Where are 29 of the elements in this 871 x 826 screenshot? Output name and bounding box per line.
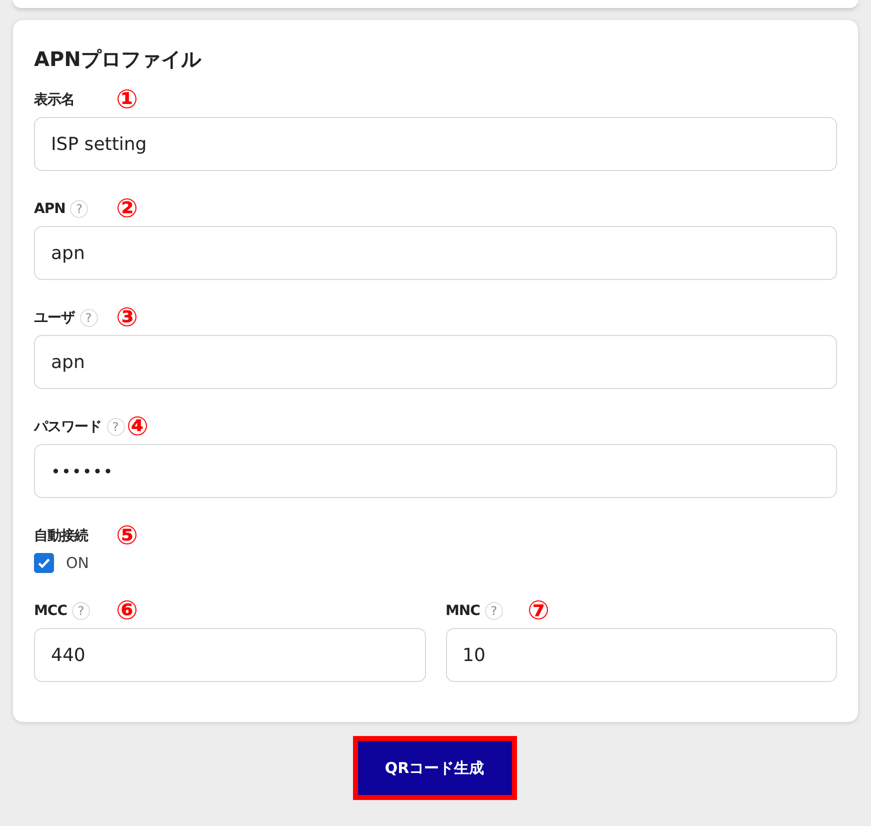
- help-icon[interactable]: ?: [70, 200, 88, 218]
- annotation-number: ③: [116, 305, 138, 331]
- annotation-number: ⑦: [528, 598, 550, 624]
- annotation-number: ②: [116, 196, 138, 222]
- annotation-number: ④: [126, 414, 149, 440]
- annotation-number: ①: [116, 87, 138, 113]
- annotation-number: ⑤: [116, 523, 138, 549]
- help-icon[interactable]: ?: [484, 602, 503, 620]
- input-field[interactable]: apn: [34, 335, 837, 389]
- input-field[interactable]: 440: [34, 628, 426, 682]
- card-title: APNプロファイル: [34, 46, 202, 73]
- field-label: MCC: [34, 603, 67, 619]
- checkbox-label: ON: [66, 554, 90, 572]
- help-icon[interactable]: ?: [80, 309, 98, 327]
- field-label: 表示名: [34, 91, 74, 109]
- field-label: 自動接続: [34, 527, 88, 545]
- input-field[interactable]: ISP setting: [34, 117, 837, 171]
- generate-button[interactable]: QRコード生成: [352, 736, 516, 800]
- input-field[interactable]: apn: [34, 226, 837, 280]
- input-field[interactable]: 10: [446, 628, 837, 682]
- checkbox[interactable]: [34, 553, 54, 573]
- password-field[interactable]: ••••••: [34, 444, 837, 498]
- help-icon[interactable]: ?: [72, 602, 90, 620]
- field-label: パスワード: [34, 418, 102, 436]
- field-label: ユーザ: [34, 309, 74, 327]
- annotation-number: ⑥: [116, 598, 138, 624]
- field-label: APN: [34, 201, 66, 217]
- help-icon[interactable]: ?: [106, 418, 124, 436]
- field-label: MNC: [446, 603, 480, 619]
